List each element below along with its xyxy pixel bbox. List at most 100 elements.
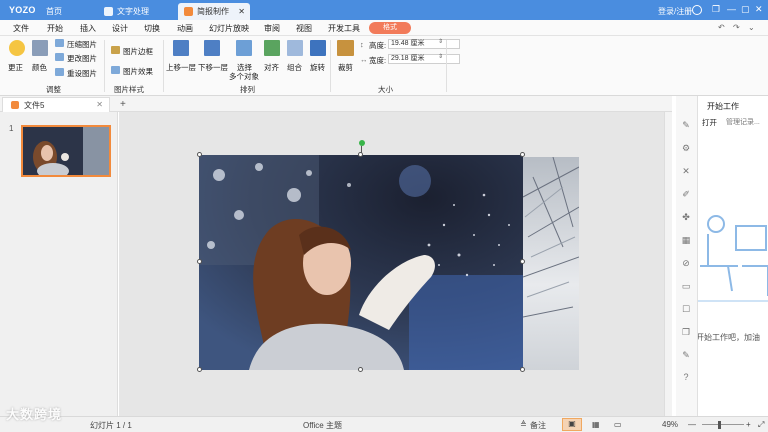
color-button[interactable]: 颜色 [32, 62, 47, 73]
notes-icon[interactable]: ≜ [520, 420, 527, 429]
compress-button[interactable]: 压缩图片 [67, 39, 97, 50]
picture-effect-button[interactable]: 图片效果 [123, 66, 153, 77]
maximize-icon[interactable]: ▢ [741, 4, 750, 15]
menu-home[interactable]: 开始 [47, 23, 63, 34]
tab-writer[interactable]: 文字处理 [98, 3, 168, 20]
resize-handle-bottom-left[interactable] [197, 367, 202, 372]
menu-transition[interactable]: 切换 [144, 23, 160, 34]
close-window-icon[interactable]: ✕ [755, 4, 763, 15]
writer-icon [104, 7, 113, 16]
brush-icon[interactable]: ✐ [681, 189, 691, 199]
home-tab[interactable]: 首页 [46, 6, 62, 17]
vertical-scrollbar[interactable] [664, 112, 672, 416]
picture-border-button[interactable]: 图片边框 [123, 46, 153, 57]
resize-handle-top-left[interactable] [197, 152, 202, 157]
undo-icon[interactable]: ↶ [718, 23, 725, 32]
close-tab-icon[interactable]: ✕ [238, 7, 245, 16]
resize-handle-right[interactable] [520, 259, 525, 264]
separator [163, 40, 164, 92]
compass-icon[interactable]: ⊘ [681, 258, 691, 268]
menu-file[interactable]: 文件 [13, 23, 29, 34]
group-objects-button[interactable]: 组合 [287, 62, 302, 73]
slideshow-view-icon[interactable]: ▭ [614, 420, 622, 429]
zoom-slider-thumb[interactable] [718, 421, 721, 429]
copy-icon[interactable]: ❐ [681, 327, 691, 337]
minimize-icon[interactable]: — [727, 4, 736, 14]
width-icon: ↔ [360, 55, 368, 64]
zoom-out-icon[interactable]: — [688, 420, 696, 429]
rotate-handle[interactable] [359, 140, 365, 146]
menu-bar: 文件 开始 插入 设计 切换 动画 幻灯片放映 审阅 视图 开发工具 格式 ↶ … [0, 20, 768, 36]
change-picture-button[interactable]: 更改图片 [67, 53, 97, 64]
shape-icon[interactable]: ✤ [681, 212, 691, 222]
color-icon [32, 40, 48, 56]
fit-window-icon[interactable]: ⤢ [758, 420, 764, 430]
menu-animation[interactable]: 动画 [177, 23, 193, 34]
group-objects-icon [287, 40, 303, 56]
bring-forward-button[interactable]: 上移一层 [166, 62, 196, 73]
zoom-in-icon[interactable]: + [746, 420, 751, 429]
notes-button[interactable]: 备注 [530, 420, 546, 431]
menu-design[interactable]: 设计 [112, 23, 128, 34]
redo-icon[interactable]: ↷ [733, 23, 740, 32]
height-stepper-icon[interactable]: ⇕ [438, 38, 443, 45]
close-document-icon[interactable]: ✕ [96, 100, 103, 109]
open-link[interactable]: 打开 [702, 117, 717, 128]
tab-presentation[interactable]: 简报制作 ✕ [178, 3, 250, 20]
group-label-style: 图片样式 [114, 85, 144, 94]
restore-icon[interactable]: ❐ [712, 4, 720, 15]
task-pane-title: 开始工作 [707, 102, 739, 111]
help-icon[interactable]: ? [681, 372, 691, 382]
height-icon: ↕ [360, 40, 364, 49]
menu-insert[interactable]: 插入 [80, 23, 96, 34]
align-button[interactable]: 对齐 [264, 62, 279, 73]
menu-format[interactable]: 格式 [369, 22, 411, 34]
align-icon [264, 40, 280, 56]
normal-view-icon[interactable]: ▣ [562, 418, 582, 431]
login-link[interactable]: 登录/注册 [658, 6, 692, 17]
more-icon[interactable]: ⌄ [748, 23, 755, 32]
zoom-slider[interactable] [702, 424, 744, 425]
crop-button[interactable]: 裁剪 [338, 62, 353, 73]
menu-slideshow[interactable]: 幻灯片放映 [209, 23, 249, 34]
effect-icon [111, 66, 120, 74]
comment-icon[interactable]: ▭ [681, 281, 691, 291]
menu-view[interactable]: 视图 [296, 23, 312, 34]
rotate-button[interactable]: 旋转 [310, 62, 325, 73]
edit-icon[interactable]: ✎ [681, 350, 691, 360]
selected-image[interactable] [199, 155, 523, 370]
send-backward-icon [204, 40, 220, 56]
grid-icon[interactable]: ▦ [681, 235, 691, 245]
manage-records-link[interactable]: 管理记录... [726, 117, 760, 127]
width-stepper-icon[interactable]: ⇕ [438, 53, 443, 60]
group-label-adjust: 调整 [46, 85, 61, 94]
theme-name: Office 主题 [303, 421, 342, 430]
snowy-branches [523, 157, 579, 318]
avatar[interactable] [692, 5, 702, 15]
slide-number: 1 [9, 124, 14, 133]
resize-handle-bottom[interactable] [358, 367, 363, 372]
sorter-view-icon[interactable]: ▦ [592, 420, 600, 429]
width-input[interactable]: 29.18 厘米 [388, 54, 460, 64]
pen-icon[interactable]: ✎ [681, 120, 691, 130]
close-icon[interactable]: ✕ [681, 166, 691, 176]
select-icon [236, 40, 252, 56]
height-input[interactable]: 19.48 厘米 [388, 39, 460, 49]
hand-icon[interactable]: ☐ [681, 304, 691, 314]
reset-picture-button[interactable]: 重设图片 [67, 68, 97, 79]
resize-handle-top-right[interactable] [520, 152, 525, 157]
menu-review[interactable]: 审阅 [264, 23, 280, 34]
document-tab-strip: 文件5 ✕ [0, 96, 672, 112]
settings-icon[interactable]: ⚙ [681, 143, 691, 153]
resize-handle-bottom-right[interactable] [520, 367, 525, 372]
menu-developer[interactable]: 开发工具 [328, 23, 360, 34]
tab-document[interactable]: 文件5 ✕ [2, 97, 110, 112]
new-tab-button[interactable]: + [120, 99, 126, 110]
send-backward-button[interactable]: 下移一层 [198, 62, 228, 73]
correct-button[interactable]: 更正 [8, 62, 23, 73]
zoom-level: 49% [662, 420, 679, 429]
slide-thumbnail[interactable] [21, 125, 111, 177]
resize-handle-top[interactable] [358, 152, 363, 157]
image-overflow [523, 157, 579, 370]
resize-handle-left[interactable] [197, 259, 202, 264]
